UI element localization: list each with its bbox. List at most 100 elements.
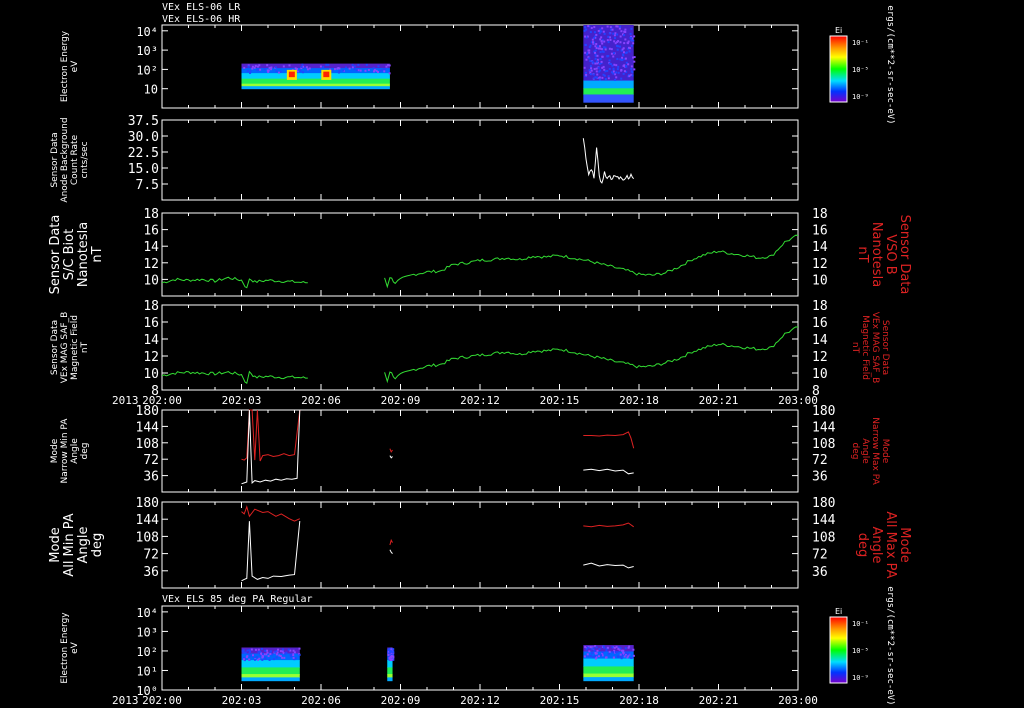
heatmap-cell [593, 68, 596, 71]
y-tick-label-right: 12 [812, 257, 828, 272]
heatmap-cell [595, 70, 598, 73]
y-axis-label: S/C Biot [62, 229, 77, 280]
y-tick-label: 10 [143, 367, 159, 382]
heatmap-cell [256, 658, 259, 661]
heatmap-cell [353, 65, 356, 68]
heatmap-cell [622, 72, 625, 75]
y-axis-label-right: Sensor Data [897, 215, 912, 295]
y-axis-label: Narrow Min PA [60, 418, 70, 484]
heatmap-cell [599, 38, 602, 41]
y-tick-label-right: 72 [812, 548, 828, 563]
heatmap-cell [619, 25, 622, 28]
heatmap-cell [623, 30, 626, 33]
y-tick-label-right: 10 [812, 367, 828, 382]
heatmap-cell [275, 656, 278, 659]
heatmap-cell [249, 72, 252, 75]
heatmap-cell [594, 45, 597, 48]
time-tick-label-mid: 202:18 [619, 394, 659, 407]
heatmap-cell [593, 77, 596, 80]
heatmap-cell [591, 38, 594, 41]
y-axis-label-right: Narrow Max PA [870, 417, 880, 485]
series-line [161, 370, 308, 385]
heatmap-cell [630, 39, 633, 42]
colorbar-label: Ei [835, 607, 842, 616]
heatmap-cell [623, 64, 626, 67]
colorbar-tick-label: 10⁻⁹ [852, 674, 869, 682]
heatmap-cell [590, 67, 593, 70]
heatmap-cell [616, 48, 619, 51]
y-axis-label-right: Angle [860, 438, 870, 464]
series-line [389, 455, 393, 459]
plot-figure: VEx ELS-06 LR VEx ELS-06 HR Electron Ene… [48, 2, 912, 707]
heatmap-cell [265, 653, 268, 656]
y-axis-label: Mode [48, 527, 63, 562]
y-axis-label: Magnetic Field [70, 315, 80, 380]
heatmap-cell [266, 64, 269, 67]
y-axis-label-right: Mode [897, 527, 912, 562]
time-tick-label-mid: 202:12 [460, 394, 500, 407]
heatmap-cell [603, 40, 606, 43]
series-line [241, 521, 301, 582]
heatmap-cell [269, 653, 272, 656]
heatmap-cell [241, 674, 300, 678]
heatmap-cell [620, 657, 623, 660]
heatmap-cell [623, 34, 626, 37]
heatmap-cell [592, 73, 595, 76]
heatmap-cell [591, 652, 594, 655]
time-tick-label-mid: 202:15 [540, 394, 580, 407]
heatmap-cell [583, 658, 634, 667]
heatmap-cell [583, 66, 586, 69]
y-tick-label: 108 [136, 437, 159, 452]
heatmap-cell [605, 649, 608, 652]
heatmap-cell [622, 51, 625, 54]
heatmap-cell [589, 73, 592, 76]
heatmap-cell [593, 26, 596, 29]
heatmap-cell [255, 656, 258, 659]
heatmap-cell [630, 27, 633, 30]
heatmap-cell [613, 63, 616, 66]
y-tick-label-right: 12 [812, 350, 828, 365]
colorbar-tick-label: 10⁻¹ [852, 620, 869, 628]
y-tick-label: 72 [143, 548, 159, 563]
heatmap-cell [298, 69, 301, 72]
heatmap-cell [612, 68, 615, 71]
heatmap-cell [601, 76, 604, 79]
heatmap-cell [259, 650, 262, 653]
heatmap-cell [595, 652, 598, 655]
heatmap-cell [586, 653, 589, 656]
colorbar [829, 616, 848, 684]
heatmap-cell [583, 677, 634, 682]
series-line [384, 234, 799, 289]
time-tick-label-mid: 202:21 [699, 394, 739, 407]
heatmap-cell [387, 667, 393, 675]
heatmap-cell [595, 60, 598, 63]
heatmap-cell [583, 80, 634, 89]
heatmap-cell [281, 650, 284, 653]
heatmap-cell [600, 60, 603, 63]
heatmap-cell [607, 41, 610, 44]
heatmap-cell [595, 67, 598, 70]
y-axis-label: Count Rate [70, 134, 80, 185]
y-tick-label: 16 [143, 316, 159, 331]
heatmap-cell [250, 648, 253, 651]
heatmap-cell [388, 72, 391, 75]
heatmap-cell [588, 57, 591, 60]
heatmap-cell [621, 56, 624, 59]
heatmap-cell [594, 57, 597, 60]
heatmap-cell [633, 35, 636, 38]
y-axis-label: cnts/sec [80, 141, 90, 178]
heatmap-cell [387, 674, 393, 678]
y-tick-label: 16 [143, 224, 159, 239]
heatmap-cell [293, 651, 296, 654]
y-axis-label: VEx MAG SAF_B [60, 312, 70, 384]
colorbar-units: ergs/(cm**2-sr-sec-eV) [885, 586, 895, 705]
heatmap-cell [268, 658, 271, 661]
heatmap-cell [373, 68, 376, 71]
y-tick-label: 10² [136, 645, 158, 659]
heatmap-cell [610, 52, 613, 55]
heatmap-cell [620, 30, 623, 33]
heatmap-cell [375, 69, 378, 72]
heatmap-cell [608, 32, 611, 35]
heatmap-cell [392, 651, 395, 654]
y-tick-label: 10 [144, 83, 158, 97]
